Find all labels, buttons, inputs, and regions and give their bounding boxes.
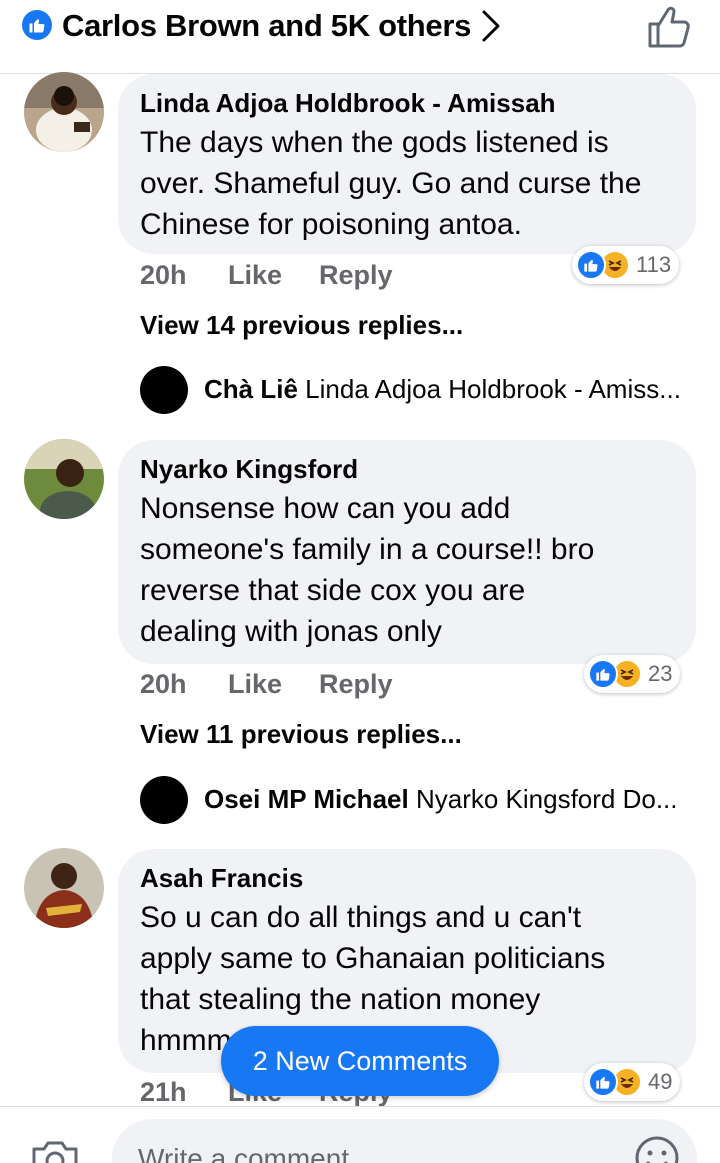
comment-author[interactable]: Linda Adjoa Holdbrook - Amissah bbox=[140, 88, 672, 118]
comment-time: 20h bbox=[140, 669, 187, 699]
avatar[interactable] bbox=[24, 72, 104, 152]
like-reaction-icon bbox=[576, 250, 606, 280]
comment-line: apply same to Ghanaian politicians bbox=[140, 942, 606, 975]
new-comments-button[interactable]: 2 New Comments bbox=[221, 1026, 499, 1096]
reply-snippet: Linda Adjoa Holdbrook - Amiss... bbox=[305, 374, 681, 404]
comment-line: reverse that side cox you are bbox=[140, 574, 526, 607]
view-previous-replies[interactable]: View 11 previous replies... bbox=[140, 719, 462, 750]
comment-line: Chinese for poisoning antoa. bbox=[140, 208, 522, 241]
camera-icon[interactable] bbox=[30, 1137, 80, 1163]
reactions-header[interactable]: Carlos Brown and 5K others bbox=[0, 0, 720, 74]
thumbs-up-outline-icon[interactable] bbox=[644, 4, 692, 50]
reply-avatar[interactable] bbox=[140, 366, 188, 414]
reply-preview: Chà Liê Linda Adjoa Holdbrook - Amiss... bbox=[204, 374, 681, 405]
reaction-count: 113 bbox=[636, 252, 672, 277]
like-link[interactable]: Like bbox=[228, 260, 282, 291]
comment-text: The days when the gods listened is over.… bbox=[140, 122, 672, 245]
comment-line: Nonsense how can you add bbox=[140, 492, 511, 525]
reply-avatar[interactable] bbox=[140, 776, 188, 824]
comment-line: someone's family in a course!! bro bbox=[140, 533, 595, 566]
emoji-icon[interactable] bbox=[634, 1135, 680, 1163]
comment-line: dealing with jonas only bbox=[140, 615, 442, 648]
like-reaction-icon bbox=[588, 659, 618, 689]
comment-placeholder: Write a comment... bbox=[138, 1143, 373, 1163]
view-previous-replies[interactable]: View 14 previous replies... bbox=[140, 310, 463, 341]
comment-input[interactable]: Write a comment... bbox=[112, 1119, 697, 1163]
like-link[interactable]: Like bbox=[228, 669, 282, 700]
reply-author[interactable]: Chà Liê bbox=[204, 374, 298, 404]
reaction-count: 49 bbox=[648, 1069, 673, 1094]
comment-line: The days when the gods listened is bbox=[140, 126, 609, 159]
comment-bubble[interactable]: Nyarko Kingsford Nonsense how can you ad… bbox=[118, 440, 696, 664]
reply-snippet: Nyarko Kingsford Do... bbox=[415, 784, 678, 814]
reaction-summary[interactable]: 23 bbox=[584, 655, 681, 693]
like-badge-icon bbox=[22, 10, 52, 40]
reaction-summary[interactable]: 49 bbox=[584, 1063, 681, 1101]
reaction-count: 23 bbox=[648, 661, 673, 686]
comment-line: So u can do all things and u can't bbox=[140, 901, 582, 934]
reply-preview: Osei MP Michael Nyarko Kingsford Do... bbox=[204, 784, 678, 815]
comment-author[interactable]: Nyarko Kingsford bbox=[140, 454, 672, 484]
comment-line: over. Shameful guy. Go and curse the bbox=[140, 167, 642, 200]
comment-bubble[interactable]: Linda Adjoa Holdbrook - Amissah The days… bbox=[118, 74, 696, 254]
reactions-summary[interactable]: Carlos Brown and 5K others bbox=[62, 8, 471, 44]
comment-time: 20h bbox=[140, 260, 187, 290]
comment-time: 21h bbox=[140, 1077, 187, 1107]
avatar[interactable] bbox=[24, 848, 104, 928]
chevron-right-icon[interactable] bbox=[478, 8, 504, 44]
latest-reply[interactable]: Chà Liê Linda Adjoa Holdbrook - Amiss... bbox=[140, 366, 700, 414]
like-reaction-icon bbox=[588, 1067, 618, 1097]
comment-composer: Write a comment... bbox=[0, 1106, 720, 1163]
reply-link[interactable]: Reply bbox=[319, 669, 393, 700]
comment-author[interactable]: Asah Francis bbox=[140, 863, 672, 893]
latest-reply[interactable]: Osei MP Michael Nyarko Kingsford Do... bbox=[140, 776, 700, 824]
avatar[interactable] bbox=[24, 439, 104, 519]
reaction-summary[interactable]: 113 bbox=[572, 246, 680, 284]
reply-link[interactable]: Reply bbox=[319, 260, 393, 291]
comment-line: that stealing the nation money bbox=[140, 983, 541, 1016]
comment-text: Nonsense how can you add someone's famil… bbox=[140, 488, 672, 652]
reply-author[interactable]: Osei MP Michael bbox=[204, 784, 409, 814]
